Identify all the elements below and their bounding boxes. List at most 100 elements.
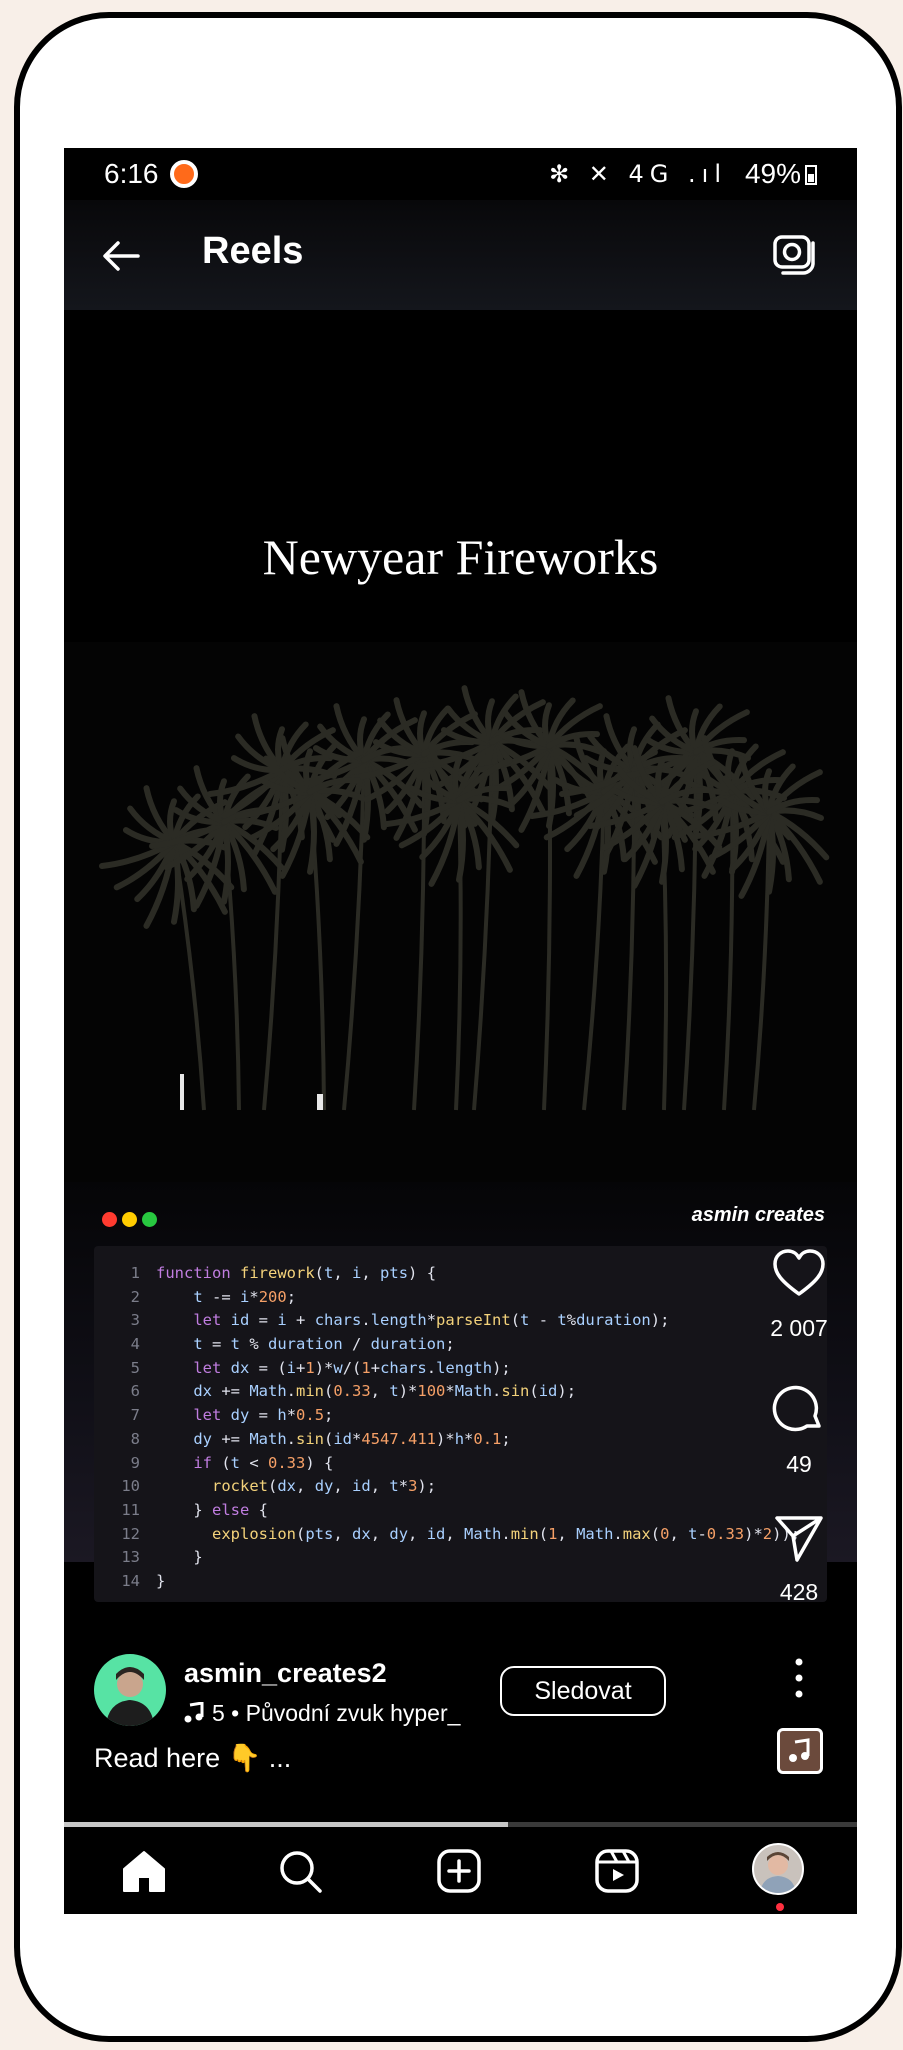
- code-line: 10 rocket(dx, dy, id, t*3);: [94, 1477, 827, 1501]
- brand-watermark: asmin creates: [691, 1204, 825, 1226]
- code-text: dx += Math.min(0.33, t)*100*Math.sin(id)…: [193, 1382, 577, 1401]
- palm-trees-illustration: [99, 685, 830, 1111]
- phone-screen: 6:16 ✻ ✕ 4G .ıl 49% Reels Newyear Firewo…: [64, 148, 857, 1914]
- status-time: 6:16: [104, 158, 159, 189]
- more-options-button[interactable]: [787, 1648, 811, 1708]
- nav-reels[interactable]: [589, 1843, 645, 1899]
- line-number: 5: [130, 1358, 140, 1377]
- follow-button[interactable]: Sledovat: [500, 1666, 666, 1716]
- comment-action[interactable]: 49: [759, 1380, 839, 1478]
- palm-trunk: [342, 759, 366, 1111]
- status-bar: 6:16 ✻ ✕ 4G .ıl 49%: [64, 148, 857, 200]
- audio-thumbnail[interactable]: [777, 1728, 823, 1774]
- nav-create[interactable]: [431, 1843, 487, 1899]
- line-number: 13: [121, 1548, 140, 1567]
- notification-dot: [776, 1903, 784, 1911]
- line-number: 12: [121, 1524, 140, 1543]
- code-line: 8 dy += Math.sin(id*4547.411)*h*0.1;: [94, 1430, 827, 1454]
- camera-button[interactable]: [769, 226, 821, 278]
- code-text: } else {: [156, 1500, 268, 1519]
- code-panel: 1 function firework(t, i, pts) { 2 t -= i*…: [94, 1246, 827, 1602]
- line-number: 4: [130, 1335, 140, 1354]
- music-note-icon: [184, 1701, 204, 1723]
- nav-profile-avatar[interactable]: [752, 1843, 804, 1895]
- arrow-left-icon: [103, 241, 140, 271]
- code-text: explosion(pts, dx, dy, id, Math.min(1, M…: [212, 1524, 801, 1543]
- code-text: let dy = h*0.5;: [193, 1406, 334, 1425]
- code-text: t = t % duration / duration;: [193, 1335, 455, 1354]
- reels-header: Reels: [64, 200, 857, 310]
- line-number: 8: [130, 1429, 140, 1448]
- battery-percent: 49%: [744, 158, 801, 189]
- nav-home[interactable]: [116, 1843, 172, 1899]
- comment-icon: [772, 1385, 821, 1432]
- back-button[interactable]: [94, 228, 150, 284]
- code-line: 4 t = t % duration / duration;: [94, 1335, 827, 1359]
- line-number: 14: [121, 1571, 140, 1590]
- author-username[interactable]: asmin_creates2: [184, 1658, 387, 1689]
- heart-icon: [773, 1249, 825, 1296]
- code-text: t -= i*200;: [193, 1287, 297, 1306]
- reels-icon: [595, 1849, 639, 1893]
- code-text: dy += Math.sin(id*4547.411)*h*0.1;: [193, 1429, 511, 1448]
- nav-search[interactable]: [272, 1843, 328, 1899]
- palm-trunk: [542, 745, 553, 1111]
- palm-tree-scene: [64, 642, 857, 1182]
- comment-count: 49: [786, 1451, 812, 1477]
- like-count: 2 007: [770, 1315, 828, 1341]
- audio-label: 5 • Původní zvuk hyper_: [212, 1700, 461, 1726]
- code-line: 6 dx += Math.min(0.33, t)*100*Math.sin(i…: [94, 1382, 827, 1406]
- line-number: 11: [121, 1500, 140, 1519]
- camera-icon: [773, 235, 815, 275]
- line-number: 9: [130, 1453, 140, 1472]
- line-number: 3: [130, 1311, 140, 1330]
- like-action[interactable]: 2 007: [759, 1248, 839, 1342]
- line-number: 2: [130, 1287, 140, 1306]
- maximize-dot: [142, 1212, 157, 1227]
- code-text: let dx = (i+1)*w/(1+chars.length);: [193, 1358, 511, 1377]
- code-line: 11 } else {: [94, 1501, 827, 1525]
- audio-info[interactable]: 5 • Původní zvuk hyper_: [184, 1700, 460, 1727]
- code-window: asmin creates 1 function firework(t, i, p…: [64, 1182, 857, 1602]
- bottom-nav: [64, 1827, 857, 1914]
- line-number: 6: [130, 1382, 140, 1401]
- palm-trunk: [722, 791, 735, 1111]
- minimize-dot: [122, 1212, 137, 1227]
- profile-avatar: [760, 1852, 796, 1893]
- battery-status: 49%: [745, 158, 817, 190]
- notification-app-icon: [170, 160, 198, 188]
- create-icon: [437, 1849, 481, 1893]
- code-text: function firework(t, i, pts) {: [156, 1264, 437, 1282]
- author-avatar[interactable]: [94, 1654, 166, 1726]
- more-vertical-icon: [795, 1658, 803, 1698]
- code-line: 3 let id = i + chars.length*parseInt(t -…: [94, 1311, 827, 1335]
- status-icons: ✻ ✕ 4G .ıl: [549, 160, 727, 188]
- page-title: Reels: [202, 230, 304, 272]
- code-line: 1 function firework(t, i, pts) {: [94, 1264, 827, 1288]
- video-title: Newyear Fireworks: [262, 529, 659, 585]
- share-action[interactable]: 428: [759, 1512, 839, 1606]
- code-line: 7 let dy = h*0.5;: [94, 1406, 827, 1430]
- music-note-icon: [789, 1738, 810, 1762]
- post-caption[interactable]: Read here 👇 ...: [94, 1742, 291, 1774]
- window-controls: [102, 1212, 162, 1232]
- code-line: 14}: [94, 1572, 827, 1596]
- line-number: 10: [121, 1477, 140, 1496]
- reel-video[interactable]: Newyear Fireworks asmin creates 1 functio…: [64, 310, 857, 1675]
- code-line: 9 if (t < 0.33) {: [94, 1454, 827, 1478]
- avatar-portrait: [106, 1667, 154, 1726]
- code-line: 5 let dx = (i+1)*w/(1+chars.length);: [94, 1359, 827, 1383]
- share-count: 428: [779, 1579, 819, 1605]
- search-icon: [280, 1851, 322, 1893]
- code-text: }: [156, 1571, 166, 1590]
- line-number: 1: [130, 1264, 140, 1282]
- code-line: 2 t -= i*200;: [94, 1288, 827, 1312]
- code-text: let id = i + chars.length*parseInt(t - t…: [193, 1311, 670, 1330]
- home-icon: [123, 1851, 165, 1892]
- line-number: 7: [130, 1406, 140, 1425]
- battery-icon: [805, 165, 817, 185]
- palm-trunk: [412, 753, 427, 1111]
- code-line: 12 explosion(pts, dx, dy, id, Math.min(1…: [94, 1525, 827, 1549]
- code-text: if (t < 0.33) {: [193, 1453, 334, 1472]
- code-text: rocket(dx, dy, id, t*3);: [212, 1477, 437, 1496]
